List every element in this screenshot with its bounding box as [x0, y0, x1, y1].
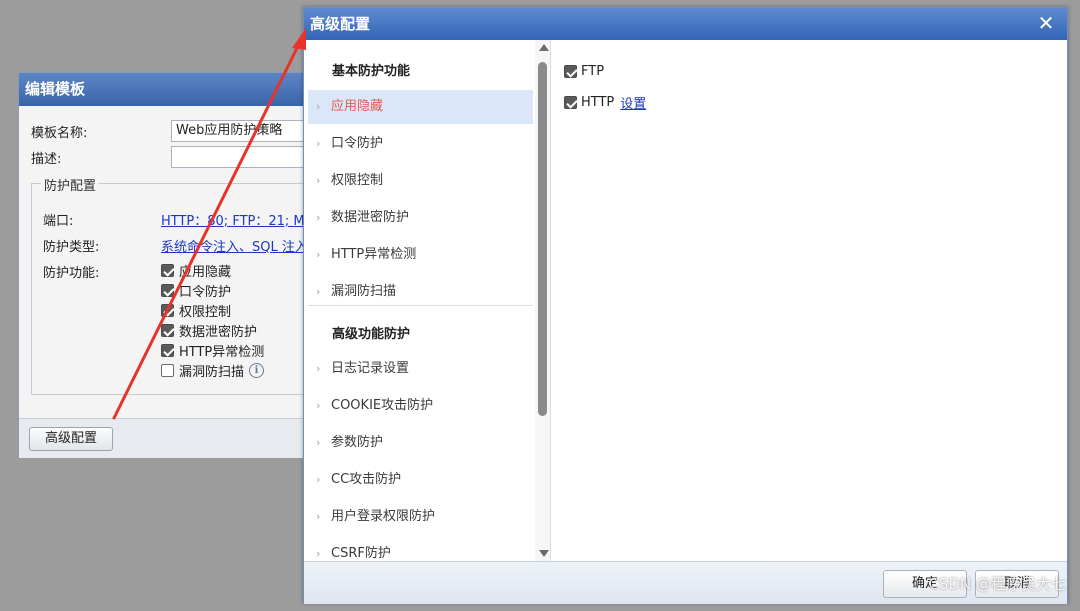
- nav-item-label: 口令防护: [331, 136, 384, 151]
- protection-type-label: 防护类型:: [43, 240, 100, 255]
- edit-template-dialog: 编辑模板 模板名称: Web应用防护策略 描述: 防护配置 端口: HTTP：8…: [18, 72, 331, 458]
- protection-config-legend: 防护配置: [41, 175, 100, 194]
- scroll-up-icon[interactable]: [539, 44, 549, 51]
- description-label: 描述:: [31, 152, 62, 167]
- edit-template-title: 编辑模板: [19, 73, 317, 106]
- scroll-down-icon[interactable]: [539, 550, 549, 557]
- close-icon[interactable]: ✕: [1035, 12, 1057, 34]
- nav-item-vuln-scan[interactable]: › 漏洞防扫描: [308, 275, 533, 309]
- option-ftp[interactable]: FTP: [564, 64, 604, 79]
- chevron-right-icon: ›: [316, 510, 321, 523]
- nav-item-label: COOKIE攻击防护: [331, 398, 434, 413]
- function-label: 漏洞防扫描: [179, 365, 245, 380]
- nav-item-label: CSRF防护: [331, 546, 391, 561]
- nav-panel: 基本防护功能 › 应用隐藏 › 口令防护 › 权限控制 › 数据泄密防护 › H…: [304, 40, 551, 561]
- function-label: 数据泄密防护: [179, 325, 258, 340]
- function-label: 口令防护: [179, 285, 232, 300]
- function-item-password[interactable]: 口令防护: [161, 281, 231, 300]
- chevron-right-icon: ›: [316, 174, 321, 187]
- edit-template-footer: 高级配置: [19, 418, 317, 458]
- checkbox-icon[interactable]: [161, 284, 174, 297]
- checkbox-icon[interactable]: [564, 65, 577, 78]
- nav-item-permission[interactable]: › 权限控制: [308, 164, 533, 198]
- chevron-right-icon: ›: [316, 547, 321, 560]
- nav-item-label: CC攻击防护: [331, 472, 402, 487]
- chevron-right-icon: ›: [316, 100, 321, 113]
- nav-item-params[interactable]: › 参数防护: [308, 426, 533, 460]
- nav-item-csrf[interactable]: › CSRF防护: [308, 537, 533, 561]
- chevron-right-icon: ›: [316, 473, 321, 486]
- checkbox-icon[interactable]: [161, 364, 174, 377]
- nav-item-label: 漏洞防扫描: [331, 284, 397, 299]
- nav-item-label: 日志记录设置: [331, 361, 410, 376]
- nav-item-label: 数据泄密防护: [331, 210, 410, 225]
- nav-scrollbar[interactable]: [535, 40, 550, 561]
- chevron-right-icon: ›: [316, 137, 321, 150]
- nav-divider: [308, 305, 533, 306]
- port-link[interactable]: HTTP：80; FTP：21; MY: [161, 210, 319, 229]
- function-label: 应用隐藏: [179, 265, 232, 280]
- chevron-right-icon: ›: [316, 211, 321, 224]
- function-item-data-leak[interactable]: 数据泄密防护: [161, 321, 257, 340]
- nav-item-label: 参数防护: [331, 435, 384, 450]
- dialog-title-text: 高级配置: [310, 15, 371, 33]
- template-name-label: 模板名称:: [31, 126, 88, 141]
- nav-header-basic: 基本防护功能: [332, 64, 411, 79]
- option-label: HTTP: [581, 95, 615, 110]
- nav-item-app-hide[interactable]: › 应用隐藏: [308, 90, 533, 124]
- dialog-body: 基本防护功能 › 应用隐藏 › 口令防护 › 权限控制 › 数据泄密防护 › H…: [304, 40, 1067, 561]
- nav-item-password[interactable]: › 口令防护: [308, 127, 533, 161]
- protection-function-label: 防护功能:: [43, 266, 100, 281]
- nav-item-data-leak[interactable]: › 数据泄密防护: [308, 201, 533, 235]
- chevron-right-icon: ›: [316, 399, 321, 412]
- protection-type-link[interactable]: 系统命令注入、SQL 注入: [161, 236, 319, 255]
- nav-item-label: HTTP异常检测: [331, 247, 417, 262]
- advanced-config-title: 高级配置 ✕: [304, 8, 1067, 40]
- nav-item-label: 应用隐藏: [331, 99, 384, 114]
- advanced-config-dialog: 高级配置 ✕ 基本防护功能 › 应用隐藏 › 口令防护 › 权限控制 › 数据泄…: [303, 7, 1068, 604]
- function-label: 权限控制: [179, 305, 232, 320]
- function-item-app-hide[interactable]: 应用隐藏: [161, 261, 231, 280]
- chevron-right-icon: ›: [316, 436, 321, 449]
- checkbox-icon[interactable]: [161, 344, 174, 357]
- advanced-config-button[interactable]: 高级配置: [29, 427, 113, 451]
- checkbox-icon[interactable]: [161, 324, 174, 337]
- info-icon[interactable]: i: [249, 363, 265, 378]
- nav-item-cookie[interactable]: › COOKIE攻击防护: [308, 389, 533, 423]
- option-http[interactable]: HTTP 设置: [564, 93, 646, 112]
- nav-item-http-anomaly[interactable]: › HTTP异常检测: [308, 238, 533, 272]
- checkbox-icon[interactable]: [564, 96, 577, 109]
- template-name-input[interactable]: Web应用防护策略: [171, 120, 319, 142]
- option-label: FTP: [581, 64, 605, 79]
- function-item-permission[interactable]: 权限控制: [161, 301, 231, 320]
- scroll-thumb[interactable]: [538, 62, 547, 416]
- checkbox-icon[interactable]: [161, 304, 174, 317]
- nav-item-label: 用户登录权限防护: [331, 509, 436, 524]
- watermark: CSDN @程序员大七: [928, 575, 1066, 593]
- chevron-right-icon: ›: [316, 362, 321, 375]
- function-label: HTTP异常检测: [179, 345, 265, 360]
- nav-header-advanced: 高级功能防护: [332, 327, 411, 342]
- nav-item-log-settings[interactable]: › 日志记录设置: [308, 352, 533, 386]
- description-input[interactable]: [171, 146, 319, 168]
- http-settings-link[interactable]: 设置: [620, 93, 646, 112]
- nav-item-user-login[interactable]: › 用户登录权限防护: [308, 500, 533, 534]
- nav-item-cc[interactable]: › CC攻击防护: [308, 463, 533, 497]
- nav-item-label: 权限控制: [331, 173, 384, 188]
- port-label: 端口:: [43, 214, 74, 229]
- chevron-right-icon: ›: [316, 248, 321, 261]
- function-item-http-anomaly[interactable]: HTTP异常检测: [161, 341, 264, 360]
- chevron-right-icon: ›: [316, 285, 321, 298]
- checkbox-icon[interactable]: [161, 264, 174, 277]
- content-panel: FTP HTTP 设置: [552, 40, 1067, 561]
- function-item-vuln-scan[interactable]: 漏洞防扫描 i: [161, 361, 265, 380]
